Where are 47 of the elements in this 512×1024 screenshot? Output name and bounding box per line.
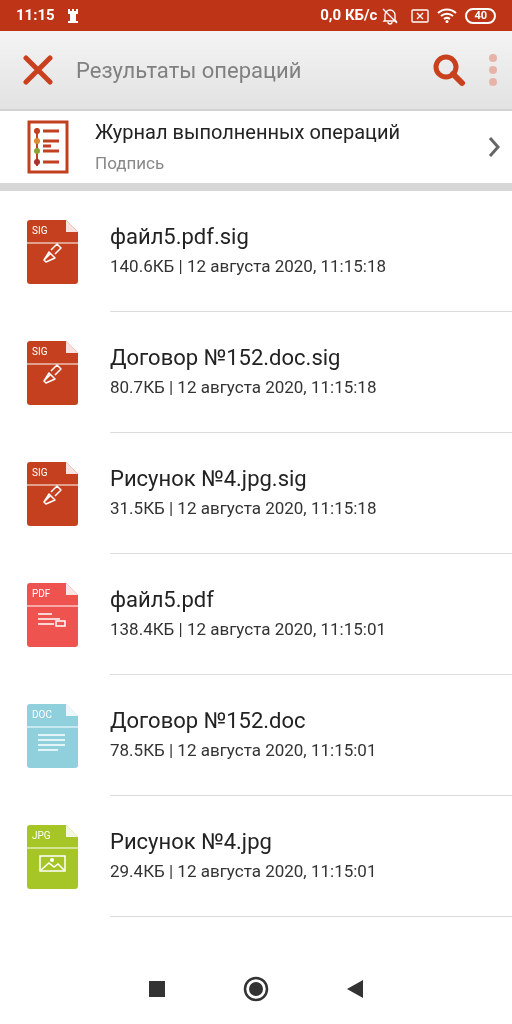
- image-file-icon: [27, 824, 78, 889]
- file-name: Рисунок №4.jpg: [110, 827, 273, 856]
- file-type-label: DOC: [32, 708, 52, 721]
- file-name: файл5.pdf: [110, 585, 215, 614]
- toolbar-title: Результаты операций: [76, 56, 303, 85]
- sim-icon: [411, 8, 430, 23]
- file-meta: 29.4КБ | 12 августа 2020, 11:15:01: [110, 859, 378, 883]
- journal-title: Журнал выполненных операций: [95, 119, 402, 147]
- chevron-right-icon: [488, 136, 500, 158]
- search-icon: [432, 53, 466, 87]
- file-item[interactable]: SIG Рисунок №4.jpg.sig 31.5КБ | 12 августа 2020, 11:15:18: [0, 433, 512, 554]
- file-item[interactable]: SIG Договор №152.doc.sig 80.7КБ | 12 августа 2020, 11:15:18: [0, 312, 512, 433]
- more-icon: [488, 53, 498, 87]
- pdf-file-icon: [27, 582, 78, 647]
- status-time: 11:15: [16, 5, 55, 27]
- wifi-icon: [437, 8, 458, 23]
- file-meta: 140.6КБ | 12 августа 2020, 11:15:18: [110, 254, 388, 278]
- file-name: файл5.pdf.sig: [110, 222, 250, 251]
- file-meta: 80.7КБ | 12 августа 2020, 11:15:18: [110, 375, 378, 399]
- file-type-label: SIG: [32, 345, 48, 358]
- signature-file-icon: [27, 340, 78, 405]
- network-speed: 0,0 КБ/с: [320, 5, 378, 27]
- file-type-label: SIG: [32, 466, 48, 479]
- file-item[interactable]: JPG Рисунок №4.jpg 29.4КБ | 12 августа 2020, 11:15:01: [0, 796, 512, 917]
- back-nav-icon[interactable]: [347, 980, 363, 998]
- file-item[interactable]: PDF файл5.pdf 138.4КБ | 12 августа 2020, 11:15:01: [0, 554, 512, 675]
- journal-icon: [26, 120, 69, 174]
- home-nav-icon[interactable]: [243, 976, 269, 1002]
- file-name: Договор №152.doc.sig: [110, 343, 342, 372]
- tower-icon: [66, 8, 79, 23]
- close-icon: [23, 55, 53, 85]
- file-item[interactable]: DOC Договор №152.doc 78.5КБ | 12 августа 2020, 11:15:01: [0, 675, 512, 796]
- file-name: Договор №152.doc: [110, 706, 307, 735]
- file-type-label: JPG: [32, 829, 51, 842]
- document-file-icon: [27, 703, 78, 768]
- file-meta: 78.5КБ | 12 августа 2020, 11:15:01: [110, 738, 378, 762]
- battery-indicator: 40: [465, 7, 496, 24]
- bell-off-icon: [381, 6, 400, 25]
- file-meta: 138.4КБ | 12 августа 2020, 11:15:01: [110, 617, 388, 641]
- file-type-label: SIG: [32, 224, 48, 237]
- file-item[interactable]: SIG файл5.pdf.sig 140.6КБ | 12 августа 2020, 11:15:18: [0, 191, 512, 312]
- signature-file-icon: [27, 461, 78, 526]
- journal-subtitle: Подпись: [95, 152, 166, 176]
- file-meta: 31.5КБ | 12 августа 2020, 11:15:18: [110, 496, 378, 520]
- file-name: Рисунок №4.jpg.sig: [110, 464, 308, 493]
- file-type-label: PDF: [32, 587, 51, 600]
- signature-file-icon: [27, 219, 78, 284]
